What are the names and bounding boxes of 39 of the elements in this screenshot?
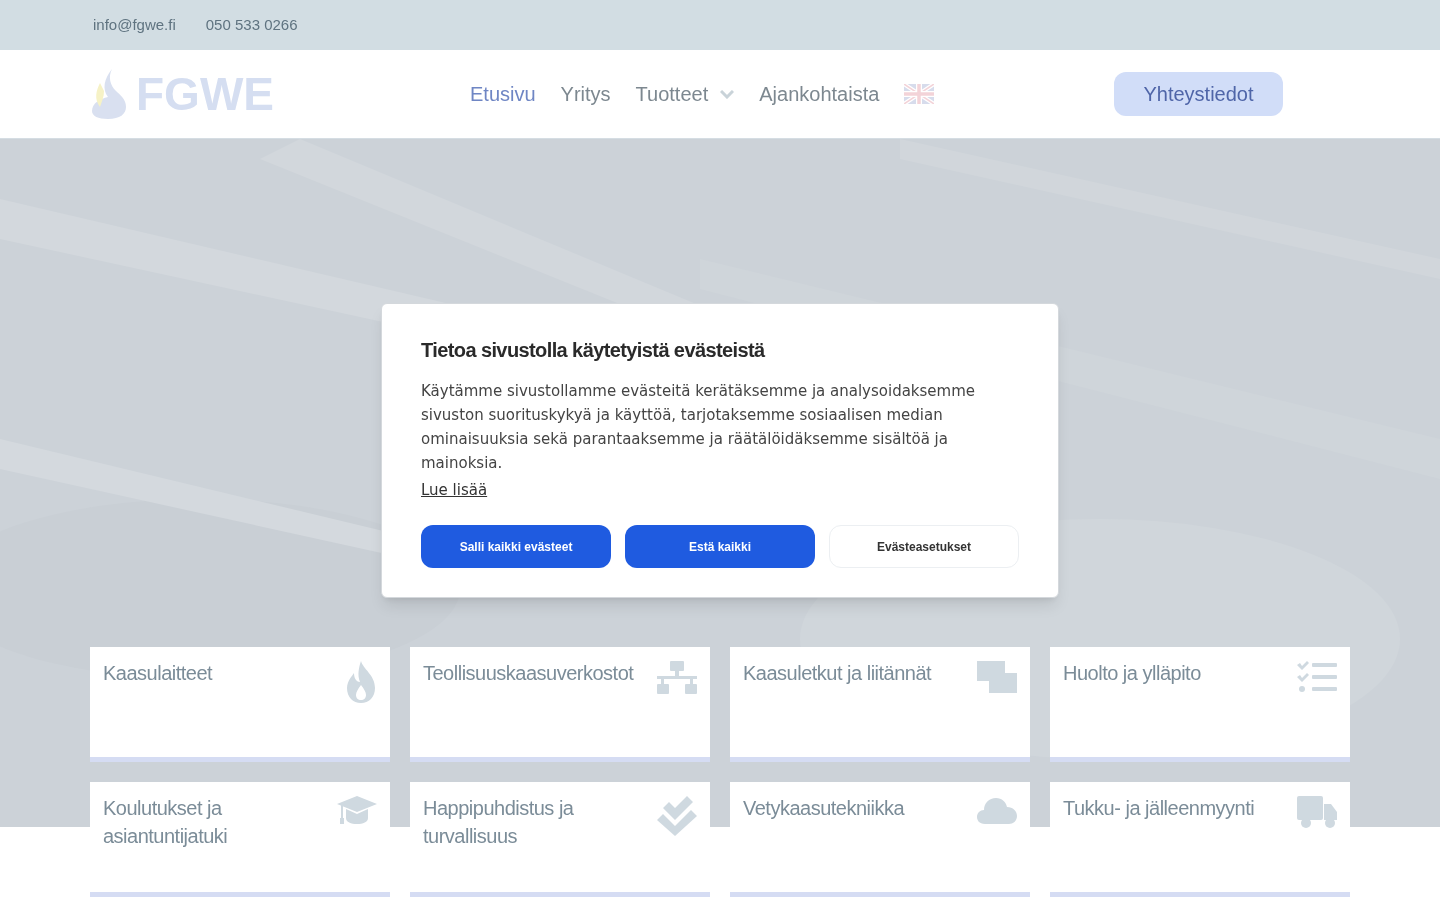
cookie-button[interactable]: Salli kaikki evästeet xyxy=(421,525,611,568)
service-title: Happipuhdistus ja turvallisuus xyxy=(423,796,575,849)
service-card[interactable]: Koulutukset ja asiantuntijatuki xyxy=(90,782,390,897)
service-title: Teollisuuskaasuverkostot xyxy=(423,661,635,686)
service-title: Huolto ja ylläpito xyxy=(1063,661,1202,686)
dialog-text: Käytämme sivustollamme evästeitä kerätäksemme ja analysoidaksemme sivuston suorituskykyä ja käyttöä, tarjotaksemme sosiaalisen median ominaisuuksia sekä parantaaksemme ja räätälöidäksemme sisältöä ja mainoksia. xyxy=(421,381,977,474)
service-title: Kaasuletkut ja liitännät xyxy=(743,661,933,686)
flag-icon[interactable] xyxy=(904,84,935,104)
service-card[interactable]: Teollisuuskaasuverkostot xyxy=(410,647,710,762)
service-card[interactable]: Huolto ja ylläpito xyxy=(1050,647,1350,762)
nav-link[interactable]: Yritys xyxy=(560,79,611,109)
flame-icon xyxy=(345,661,377,703)
cookie-button[interactable]: Evästeasetukset xyxy=(829,525,1019,568)
dialog-title: Tietoa sivustolla käytetyistä evästeistä xyxy=(421,338,766,363)
nav-link[interactable]: Ajankohtaista xyxy=(759,79,880,109)
flame-logo-icon xyxy=(90,69,128,119)
graduation-cap-icon xyxy=(337,796,377,826)
network-icon xyxy=(657,661,697,695)
service-card[interactable]: Vetykaasutekniikka xyxy=(730,782,1030,897)
service-title: Koulutukset ja asiantuntijatuki xyxy=(103,796,229,849)
service-title: Vetykaasutekniikka xyxy=(743,796,906,821)
double-check-icon xyxy=(657,796,697,836)
service-title: Kaasulaitteet xyxy=(103,661,214,686)
contact-button[interactable]: Yhteystiedot xyxy=(1114,72,1283,116)
checklist-icon xyxy=(1297,661,1337,693)
service-card[interactable]: Happipuhdistus ja turvallisuus xyxy=(410,782,710,897)
nav-link[interactable]: Tuotteet xyxy=(635,79,735,109)
phone-link[interactable]: 050 533 0266 xyxy=(205,13,298,37)
nav-link[interactable]: Etusivu xyxy=(470,79,536,109)
cloud-icon xyxy=(977,796,1017,824)
service-card[interactable]: Tukku- ja jälleenmyynti xyxy=(1050,782,1350,897)
service-card[interactable]: Kaasuletkut ja liitännät xyxy=(730,647,1030,762)
read-more-link[interactable]: Lue lisää xyxy=(421,479,488,502)
truck-icon xyxy=(1297,796,1337,828)
email-link[interactable]: info@fgwe.fi xyxy=(93,13,176,37)
service-card[interactable]: Kaasulaitteet xyxy=(90,647,390,762)
cookie-button[interactable]: Estä kaikki xyxy=(625,525,815,568)
objects-icon xyxy=(977,661,1017,693)
service-title: Tukku- ja jälleenmyynti xyxy=(1063,796,1256,821)
